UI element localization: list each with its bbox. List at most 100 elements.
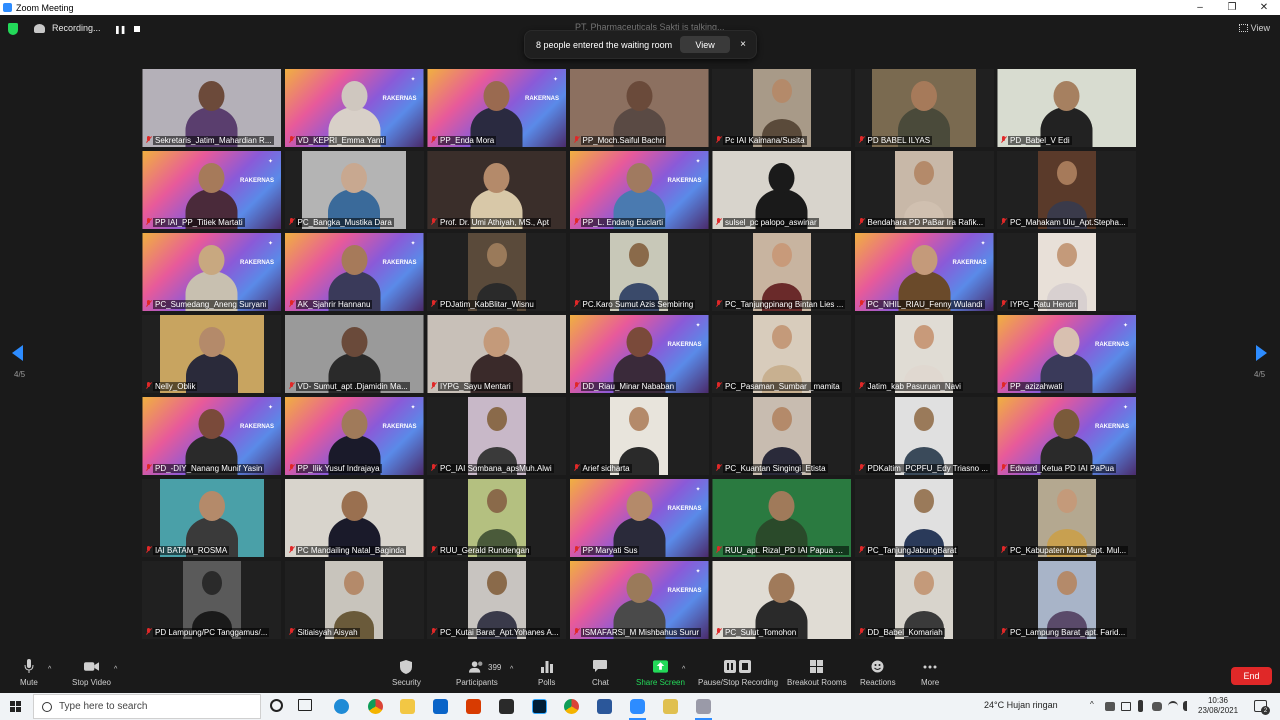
participant-tile[interactable]: PC_Mahakam Ulu_Apt.Stepha... (997, 151, 1136, 229)
participant-tile[interactable]: PC_Lampung Barat_apt. Farid... (997, 561, 1136, 639)
share-options-caret-icon[interactable]: ^ (682, 666, 685, 673)
chrome-profile-icon[interactable] (564, 699, 579, 714)
windows-start-icon[interactable] (10, 701, 21, 712)
participant-tile[interactable]: PC_TanjungJabungBarat (854, 479, 994, 557)
participant-tile[interactable]: Bendahara PD PaBar Ira Rafik... (854, 151, 994, 229)
participant-tile[interactable]: PC.Karo Sumut Azis Sembiring (569, 233, 709, 311)
previous-page-arrow-icon[interactable] (12, 345, 23, 361)
participant-tile[interactable]: PD BABEL ILYAS (854, 69, 994, 147)
participant-tile[interactable]: Arief sidharta (569, 397, 709, 475)
zoom-taskbar-icon[interactable] (629, 699, 646, 720)
taskbar-clock[interactable]: 10:36 23/08/2021 (1198, 696, 1238, 716)
weather-widget[interactable]: 24°C Hujan ringan (984, 700, 1058, 710)
mail-icon[interactable] (433, 699, 448, 714)
stop-video-button[interactable]: Stop Video (72, 659, 111, 687)
participant-tile[interactable]: RUU_apt. Rizal_PD IAI Papua B... (712, 479, 851, 557)
participant-tile[interactable]: ✦ RAKERNAS PP_Ilik Yusuf Indrajaya (284, 397, 424, 475)
volume-icon[interactable] (1183, 701, 1192, 711)
participant-tile[interactable]: PC_Kuantan Singingi_Etista (712, 397, 851, 475)
display-tray-icon[interactable] (1152, 702, 1162, 711)
taskbar-search-box[interactable]: Type here to search (33, 694, 261, 719)
participant-tile[interactable]: sulsel_pc palopo_aswinar (712, 151, 851, 229)
office-icon[interactable] (466, 699, 481, 714)
microphone-tray-icon[interactable] (1138, 700, 1143, 712)
stop-recording-icon[interactable] (134, 26, 140, 32)
participant-tile[interactable]: Sekretaris_Jatim_Mahardian R... (142, 69, 281, 147)
file-explorer-icon[interactable] (400, 699, 415, 714)
participant-tile[interactable]: PC Mandailing Natal_Baginda (284, 479, 424, 557)
participant-tile[interactable]: ✦ RAKERNAS PP_azizahwati (997, 315, 1136, 393)
participant-tile[interactable]: PP_Moch.Saiful Bachri (569, 69, 709, 147)
participant-tile[interactable]: ✦ RAKERNAS PP_Enda Mora (427, 69, 566, 147)
participant-tile[interactable]: Pc IAI Kaimana/Susita (712, 69, 851, 147)
audio-options-caret-icon[interactable]: ^ (48, 666, 51, 673)
participant-tile[interactable]: ✦ RAKERNAS PP Maryati Sus (569, 479, 709, 557)
participant-tile[interactable]: ✦ RAKERNAS VD_KEPRI_Emma Yanti (284, 69, 424, 147)
edge-browser-icon[interactable] (334, 699, 349, 714)
network-icon[interactable] (1121, 702, 1131, 711)
word-icon[interactable] (597, 699, 612, 714)
participant-tile[interactable]: PD_Babel_V Edi (997, 69, 1136, 147)
participant-tile[interactable]: PDJatim_KabBlitar_Wisnu (427, 233, 566, 311)
task-view-icon[interactable] (298, 699, 312, 711)
snipping-tool-icon[interactable] (695, 699, 712, 720)
participant-tile[interactable]: Jatim_kab Pasuruan_Navi (854, 315, 994, 393)
participant-tile[interactable]: PC_Bangka_Mustika Dara (284, 151, 424, 229)
participant-tile[interactable]: IYPG_Sayu Mentari (427, 315, 566, 393)
participant-tile[interactable]: ✦ RAKERNAS AK_Sjahrir Hannanu (284, 233, 424, 311)
participant-tile[interactable]: Sitiaisyah Aisyah (284, 561, 424, 639)
breakout-rooms-button[interactable]: Breakout Rooms (787, 659, 847, 687)
end-meeting-button[interactable]: End (1231, 667, 1272, 685)
participant-tile[interactable]: ✦ RAKERNAS PC_Sumedang_Aneng Suryani (142, 233, 281, 311)
cortana-circle-icon[interactable] (270, 699, 283, 712)
participant-tile[interactable]: PC_Sulut_Tomohon (712, 561, 851, 639)
chat-button[interactable]: Chat (592, 659, 609, 687)
participant-tile[interactable]: IYPG_Ratu Hendri (997, 233, 1136, 311)
pause-recording-icon[interactable]: ❚❚ (114, 25, 126, 34)
more-button[interactable]: More (921, 659, 939, 687)
participant-tile[interactable]: PC_Pasaman_Sumbar _mamita (712, 315, 851, 393)
participant-tile[interactable]: ✦ RAKERNAS PP IAI_PP_Titiek Martati (142, 151, 281, 229)
close-notification-icon[interactable]: × (740, 39, 746, 50)
view-layout-button[interactable]: View (1238, 23, 1270, 33)
participant-tile[interactable]: DD_Babel_Komariah (854, 561, 994, 639)
encryption-shield-icon[interactable] (8, 23, 18, 35)
participant-tile[interactable]: IAI BATAM_ROSMA (142, 479, 281, 557)
participant-tile[interactable]: PDKaltim_PCPFU_Edy Triasno ... (854, 397, 994, 475)
restore-button[interactable]: ❐ (1216, 0, 1248, 15)
participant-tile[interactable]: ✦ RAKERNAS DD_Riau_Minar Nababan (569, 315, 709, 393)
store-bag-icon[interactable] (499, 699, 514, 714)
participants-caret-icon[interactable]: ^ (510, 666, 513, 673)
security-button[interactable]: Security (392, 659, 421, 687)
close-window-button[interactable]: ✕ (1248, 0, 1280, 15)
pen-tool-icon[interactable] (663, 699, 678, 714)
pause-stop-recording-button[interactable]: Pause/Stop Recording (698, 659, 778, 687)
reactions-button[interactable]: Reactions (860, 659, 896, 687)
participant-tile[interactable]: ✦ RAKERNAS PC_NHIL_RIAU_Fenny Wulandi (854, 233, 994, 311)
share-screen-button[interactable]: Share Screen (636, 659, 685, 687)
participant-tile[interactable]: ✦ RAKERNAS PP_L. Endang Euclarti (569, 151, 709, 229)
participant-tile[interactable]: PD Lampung/PC Tanggamus/... (142, 561, 281, 639)
tray-chevron-icon[interactable]: ^ (1090, 700, 1094, 709)
mute-button[interactable]: Mute (20, 659, 38, 687)
participant-tile[interactable]: Prof. Dr. Umi Athiyah, MS., Apt (427, 151, 566, 229)
chrome-browser-icon[interactable] (368, 699, 383, 714)
participant-tile[interactable]: PC_IAI Sombana_apsMuh.Alwi (427, 397, 566, 475)
wifi-icon[interactable] (1168, 701, 1178, 711)
participant-tile[interactable]: ✦ RAKERNAS PD_-DIY_Nanang Munif Yasin (142, 397, 281, 475)
participant-tile[interactable]: PC_Kutai Barat_Apt.Yohanes A... (427, 561, 566, 639)
participant-tile[interactable]: RUU_Gerald Rundengan (427, 479, 566, 557)
participant-tile[interactable]: PC_Kabupaten Muna_apt. Mul... (997, 479, 1136, 557)
participant-tile[interactable]: PC_Tanjungpinang Bintan Lies ... (712, 233, 851, 311)
participant-tile[interactable]: Nelly_Oblik (142, 315, 281, 393)
notification-center-icon[interactable]: 2 (1254, 700, 1270, 715)
participant-tile[interactable]: ✦ RAKERNAS Edward_Ketua PD IAI PaPua (997, 397, 1136, 475)
waiting-room-view-button[interactable]: View (680, 36, 731, 53)
polls-button[interactable]: Polls (538, 659, 555, 687)
participant-tile[interactable]: ✦ RAKERNAS ISMAFARSI_M Mishbahus Surur (569, 561, 709, 639)
next-page-arrow-icon[interactable] (1256, 345, 1267, 361)
onedrive-icon[interactable] (1105, 702, 1115, 711)
participant-tile[interactable]: VD- Sumut_apt .Djamidin Ma... (284, 315, 424, 393)
minimize-button[interactable]: – (1184, 0, 1216, 15)
video-options-caret-icon[interactable]: ^ (114, 666, 117, 673)
